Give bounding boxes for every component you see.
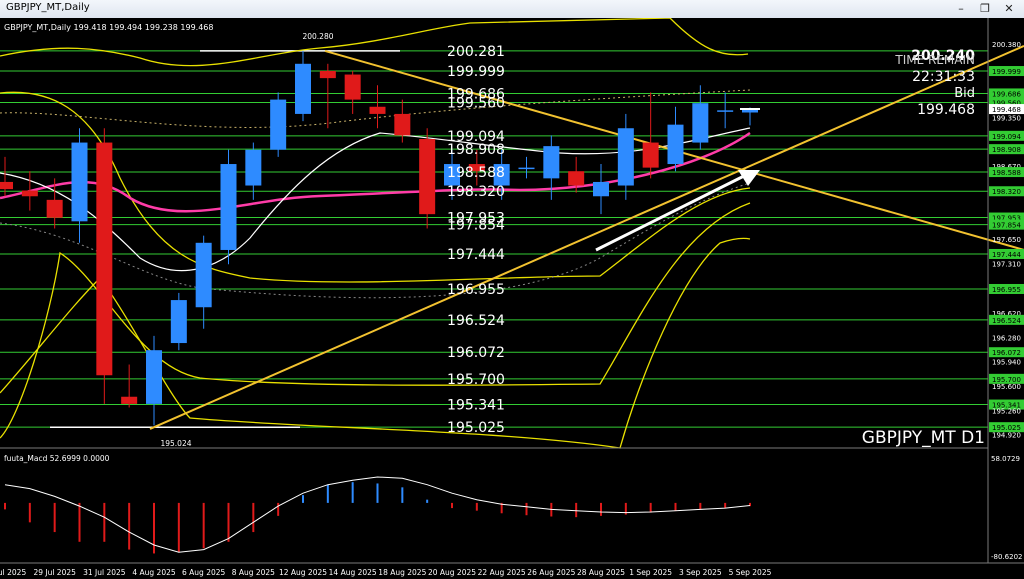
price-axis-label: 199.468 bbox=[992, 106, 1021, 114]
date-axis-label: 22 Aug 2025 bbox=[478, 568, 526, 577]
date-axis-label: 20 Aug 2025 bbox=[428, 568, 476, 577]
date-axis-label: 14 Aug 2025 bbox=[329, 568, 377, 577]
bid-value: 199.468 bbox=[917, 102, 975, 118]
candle-body bbox=[593, 181, 609, 197]
price-axis-label: 195.260 bbox=[992, 407, 1021, 415]
level-label: 197.444 bbox=[447, 247, 505, 263]
candle-body bbox=[220, 164, 237, 250]
candle-body bbox=[71, 142, 88, 222]
mt4-chart-window: GBPJPY_MT,Daily – ❐ ✕ 200.281 199.999 199.… bbox=[0, 0, 1024, 579]
candle-body bbox=[642, 142, 659, 168]
candle-body bbox=[344, 74, 361, 100]
swing-high-label: 200.280 bbox=[302, 32, 333, 41]
time-remain-label: TIME REMAIN bbox=[894, 53, 975, 67]
date-axis-label: 12 Aug 2025 bbox=[279, 568, 327, 577]
symbol-timeframe-label: GBPJPY_MT D1 bbox=[862, 428, 985, 448]
close-icon[interactable]: ✕ bbox=[998, 1, 1020, 16]
price-axis-label: 195.940 bbox=[992, 359, 1021, 367]
macd-label: fuuta_Macd 52.6999 0.0000 bbox=[4, 454, 110, 463]
price-axis-label: 197.854 bbox=[992, 222, 1021, 230]
level-label: 197.854 bbox=[447, 218, 505, 234]
price-axis-label: 199.999 bbox=[992, 68, 1021, 76]
candle-body bbox=[518, 167, 535, 170]
candle-body bbox=[419, 138, 436, 215]
date-axis-label: 1 Sep 2025 bbox=[629, 568, 672, 577]
time-remain-value: 22:31:33 bbox=[912, 69, 975, 85]
level-label: 196.524 bbox=[447, 313, 505, 329]
candle-body bbox=[96, 142, 113, 376]
candle-body bbox=[170, 300, 187, 344]
candle-body bbox=[617, 128, 634, 186]
price-axis-label: 196.955 bbox=[992, 286, 1021, 294]
level-label: 199.999 bbox=[447, 64, 505, 80]
price-axis-label: 197.444 bbox=[992, 251, 1021, 259]
date-axis: 25 Jul 2025 29 Jul 2025 31 Jul 2025 4 Aug 2… bbox=[0, 568, 772, 577]
price-axis-label: 196.280 bbox=[992, 334, 1021, 342]
level-label: 195.341 bbox=[447, 398, 505, 414]
price-axis-label: 197.310 bbox=[992, 261, 1021, 269]
price-axis-label: 196.072 bbox=[992, 349, 1021, 357]
candle-body bbox=[270, 99, 287, 150]
price-axis-label: 199.350 bbox=[992, 115, 1021, 123]
candle-body bbox=[46, 199, 63, 218]
level-label: 200.281 bbox=[447, 44, 505, 60]
price-axis-label: 194.920 bbox=[992, 432, 1021, 440]
candle-body bbox=[319, 70, 336, 79]
swing-low-label: 195.024 bbox=[160, 439, 191, 448]
date-axis-label: 26 Aug 2025 bbox=[527, 568, 575, 577]
candle-body bbox=[195, 242, 212, 308]
date-axis-label: 29 Jul 2025 bbox=[33, 568, 76, 577]
price-axis-label: 198.588 bbox=[992, 169, 1021, 177]
macd-axis-bottom: -80.6202 bbox=[991, 553, 1022, 561]
candle-body bbox=[146, 350, 162, 404]
candle-body bbox=[245, 149, 262, 186]
date-axis-label: 6 Aug 2025 bbox=[182, 568, 225, 577]
date-axis-label: 5 Sep 2025 bbox=[729, 568, 772, 577]
candle-body bbox=[717, 110, 734, 112]
date-axis-label: 28 Aug 2025 bbox=[577, 568, 625, 577]
candle-body bbox=[667, 124, 684, 165]
candle-body bbox=[369, 106, 386, 114]
minimize-icon[interactable]: – bbox=[950, 1, 972, 16]
price-axis-label: 199.094 bbox=[992, 133, 1021, 141]
date-axis-label: 31 Jul 2025 bbox=[83, 568, 126, 577]
date-axis-label: 25 Jul 2025 bbox=[0, 568, 26, 577]
price-axis-label: 198.320 bbox=[992, 188, 1021, 196]
chart-header: GBPJPY_MT,Daily 199.418 199.494 199.238 … bbox=[4, 23, 213, 32]
level-label: 198.588 bbox=[447, 165, 505, 181]
price-axis-label: 197.650 bbox=[992, 236, 1021, 244]
candle-body bbox=[692, 103, 709, 143]
price-axis-label: 199.686 bbox=[992, 90, 1021, 98]
window-title: GBPJPY_MT,Daily bbox=[6, 2, 90, 13]
candle-body bbox=[543, 146, 560, 179]
date-axis-label: 4 Aug 2025 bbox=[132, 568, 175, 577]
price-axis-label: 200.380 bbox=[992, 41, 1021, 49]
candle-body bbox=[21, 190, 38, 197]
window-titlebar[interactable]: GBPJPY_MT,Daily – ❐ ✕ bbox=[0, 0, 1024, 19]
level-label: 198.908 bbox=[447, 142, 505, 158]
candle-body bbox=[568, 171, 585, 186]
level-label: 195.025 bbox=[447, 420, 505, 436]
candle-body bbox=[121, 396, 138, 404]
candle-body bbox=[394, 113, 411, 136]
date-axis-label: 18 Aug 2025 bbox=[378, 568, 426, 577]
level-label: 196.955 bbox=[447, 282, 505, 298]
bid-label: Bid bbox=[954, 86, 975, 101]
macd-axis-top: 58.0729 bbox=[991, 455, 1020, 463]
date-axis-label: 3 Sep 2025 bbox=[679, 568, 722, 577]
level-label: 196.072 bbox=[447, 345, 505, 361]
candle-body bbox=[0, 181, 13, 190]
date-axis-label: 8 Aug 2025 bbox=[232, 568, 275, 577]
price-chart[interactable]: 200.281 199.999 199.686 199.560 199.094 198.9… bbox=[0, 18, 1024, 579]
price-axis-label: 196.524 bbox=[992, 317, 1021, 325]
candle-body bbox=[295, 63, 311, 114]
price-axis-label: 198.908 bbox=[992, 146, 1021, 154]
price-axis-label: 195.600 bbox=[992, 383, 1021, 391]
level-label: 199.560 bbox=[447, 95, 505, 111]
level-label: 198.320 bbox=[447, 184, 505, 200]
maximize-icon[interactable]: ❐ bbox=[974, 1, 996, 16]
level-label: 195.700 bbox=[447, 372, 505, 388]
